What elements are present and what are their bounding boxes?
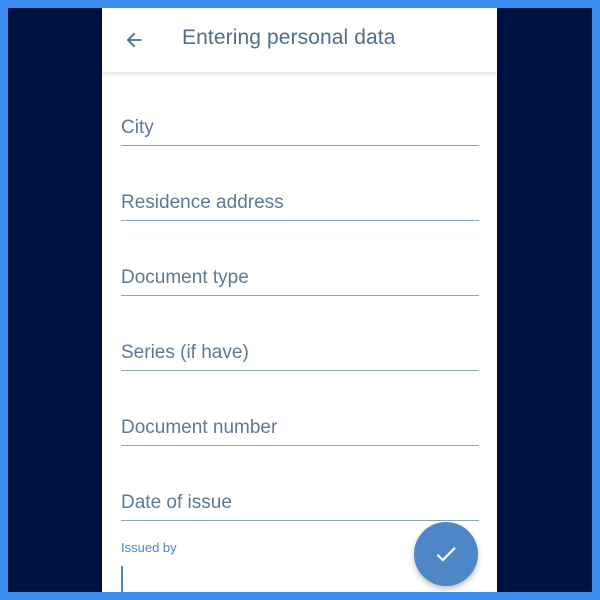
back-button[interactable] — [116, 22, 152, 58]
check-icon — [436, 547, 456, 562]
city-field[interactable]: City — [121, 105, 479, 146]
document-type-field-label: Document type — [121, 267, 249, 288]
issued-by-label: Issued by — [121, 540, 177, 555]
document-type-field[interactable]: Document type — [121, 255, 479, 296]
series-field-label: Series (if have) — [121, 342, 249, 363]
residence-address-field[interactable]: Residence address — [121, 180, 479, 221]
app-screen: Entering personal data City Residence ad… — [102, 8, 497, 592]
date-of-issue-field[interactable]: Date of issue — [121, 480, 479, 521]
arrow-back-icon — [126, 32, 142, 48]
date-of-issue-field-label: Date of issue — [121, 492, 232, 513]
app-bar: Entering personal data — [102, 8, 497, 72]
text-caret — [121, 566, 123, 592]
confirm-button[interactable] — [414, 522, 478, 586]
residence-address-field-label: Residence address — [121, 192, 284, 213]
document-number-field-label: Document number — [121, 417, 278, 438]
city-field-label: City — [121, 117, 154, 138]
page-title: Entering personal data — [182, 26, 396, 49]
document-number-field[interactable]: Document number — [121, 405, 479, 446]
series-field[interactable]: Series (if have) — [121, 330, 479, 371]
